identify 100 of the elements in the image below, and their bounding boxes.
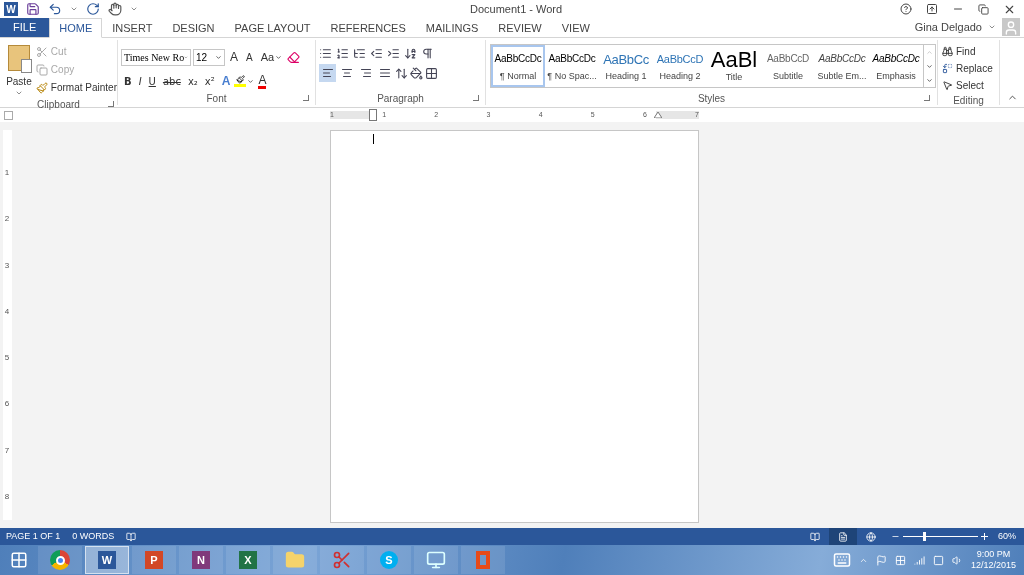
align-left-button[interactable] (319, 64, 336, 82)
save-icon[interactable] (26, 2, 40, 16)
taskbar-app[interactable]: N (179, 546, 223, 574)
ribbon-tab[interactable]: DESIGN (162, 18, 225, 38)
dialog-launcher-icon[interactable] (473, 95, 479, 101)
tab-selector-icon[interactable] (4, 111, 13, 120)
right-indent-icon[interactable] (654, 112, 662, 118)
font-name-field[interactable]: Times New Ro (121, 48, 191, 66)
signal-icon[interactable] (913, 554, 925, 566)
caret-icon (247, 77, 255, 85)
app-icon: W (98, 551, 116, 569)
style-item[interactable]: AaBbCcDc Subtle Em... (815, 45, 869, 87)
font-color-button[interactable]: A (255, 71, 270, 91)
redo-icon[interactable] (86, 2, 100, 16)
indent-marker-icon[interactable] (369, 109, 377, 121)
style-item[interactable]: AaBbCc Heading 1 (599, 45, 653, 87)
clock-time[interactable]: 9:00 PM (976, 549, 1011, 560)
format-button[interactable]: x² (201, 71, 218, 91)
multilevel-list-icon[interactable] (353, 47, 366, 60)
format-button[interactable]: U (145, 71, 159, 91)
windows-icon[interactable] (894, 554, 906, 566)
font-size-field[interactable]: 12 (193, 48, 225, 66)
proofing-icon[interactable] (126, 531, 137, 542)
keyboard-icon[interactable] (832, 551, 851, 569)
editing-action[interactable]: Find (942, 44, 995, 59)
numbering-icon[interactable] (336, 47, 349, 60)
file-tab[interactable]: FILE (0, 17, 50, 37)
style-item[interactable]: AaBl Title (707, 45, 761, 87)
ribbon-tab[interactable]: PAGE LAYOUT (224, 18, 321, 38)
app-icon: P (145, 551, 163, 569)
scissors-icon (332, 550, 352, 570)
touch-icon[interactable] (108, 2, 122, 16)
caret-icon (14, 89, 23, 97)
print-layout-button[interactable] (829, 528, 857, 545)
print-layout-icon (838, 531, 848, 542)
caret-icon[interactable] (70, 5, 78, 13)
ruler-number: 2 (4, 215, 10, 224)
align-left-icon (321, 67, 334, 79)
pilcrow-icon[interactable] (421, 47, 434, 60)
folder-icon (285, 550, 305, 570)
ribbon-tab[interactable]: REVIEW (488, 18, 552, 38)
clear-formatting-icon[interactable] (287, 50, 301, 64)
clipboard-action[interactable]: Format Painter (35, 79, 117, 96)
ribbon-tab[interactable]: HOME (49, 18, 103, 38)
group-label: Paragraph (377, 91, 424, 106)
group-label: Styles (697, 91, 726, 106)
help-icon[interactable] (900, 3, 912, 15)
taskbar-app[interactable]: W (85, 546, 129, 574)
taskbar-app[interactable] (38, 546, 82, 574)
ribbon-display-icon[interactable] (926, 3, 938, 15)
style-item[interactable]: AaBbCcDc ¶ No Spac... (545, 45, 599, 87)
user-name[interactable]: Gina Delgado (914, 18, 982, 36)
dialog-launcher-icon[interactable] (924, 95, 930, 101)
grow-font-button[interactable]: A (227, 47, 241, 67)
shading-icon[interactable] (410, 66, 423, 80)
style-item[interactable]: AaBbCcDc Emphasis (869, 45, 923, 87)
format-button[interactable]: B (121, 71, 135, 91)
shrink-font-button[interactable]: A (243, 47, 256, 67)
ruler-number: 3 (4, 261, 10, 270)
undo-icon[interactable] (48, 2, 62, 16)
network-icon[interactable] (932, 554, 944, 566)
sort-icon[interactable] (404, 47, 417, 60)
word-count[interactable]: 0 WORDS (72, 529, 115, 544)
dialog-launcher-icon[interactable] (108, 101, 114, 107)
align-center-icon (340, 67, 353, 79)
group-label: Editing (953, 93, 984, 108)
format-button[interactable]: abc (159, 71, 184, 91)
caret-icon[interactable] (988, 23, 996, 31)
bullets-icon[interactable] (319, 47, 332, 60)
ribbon-tab[interactable]: VIEW (551, 18, 600, 38)
borders-icon[interactable] (425, 66, 438, 80)
word-app-icon[interactable]: W (4, 2, 18, 16)
editing-action[interactable]: Replace (942, 61, 995, 76)
zoom-level[interactable]: 60% (998, 529, 1016, 544)
taskbar-app[interactable] (414, 546, 458, 574)
clock-date[interactable]: 12/12/2015 (970, 560, 1016, 571)
taskbar-app[interactable]: X (226, 546, 270, 574)
format-button[interactable]: x₂ (184, 71, 201, 91)
increase-indent-icon[interactable] (387, 47, 400, 60)
restore-icon[interactable] (978, 3, 989, 15)
paste-button[interactable]: Paste (4, 43, 34, 97)
change-case-button[interactable]: Aa (257, 47, 286, 67)
style-item[interactable]: AaBbCcD Subtitle (761, 45, 815, 87)
dialog-launcher-icon[interactable] (303, 95, 309, 101)
customize-caret-icon[interactable] (130, 5, 138, 13)
format-button[interactable]: I (135, 71, 145, 91)
page-count[interactable]: PAGE 1 OF 1 (6, 529, 61, 544)
ribbon-tab[interactable]: INSERT (102, 18, 163, 38)
ribbon-tab[interactable]: REFERENCES (320, 18, 416, 38)
text-effects-button[interactable]: A (218, 71, 234, 91)
line-spacing-icon[interactable] (395, 66, 408, 80)
volume-icon[interactable] (951, 554, 963, 566)
decrease-indent-icon[interactable] (370, 47, 383, 60)
ribbon-tab[interactable]: MAILINGS (415, 18, 489, 38)
editing-action[interactable]: Select (942, 78, 995, 93)
style-item[interactable]: AaBbCcD Heading 2 (653, 45, 707, 87)
highlight-icon[interactable] (234, 75, 247, 87)
style-item[interactable]: AaBbCcDc ¶ Normal (491, 45, 545, 87)
taskbar-app[interactable]: P (132, 546, 176, 574)
zoom-in-icon[interactable] (981, 533, 988, 540)
